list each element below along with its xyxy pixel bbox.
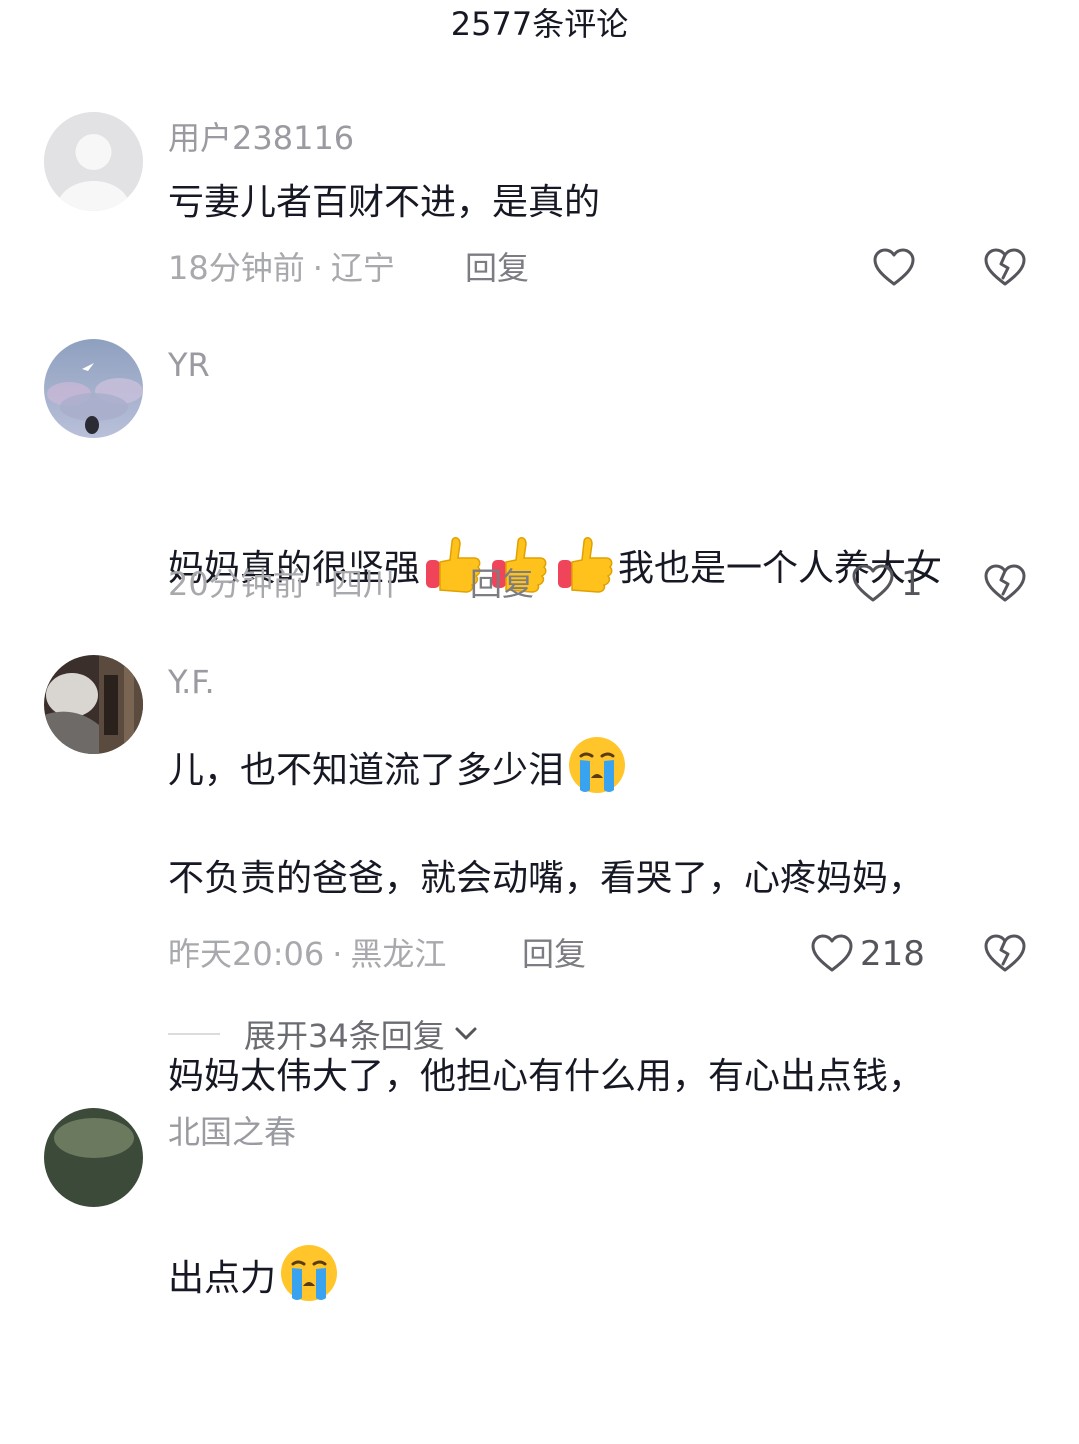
comment-text-segment: 出点力: [168, 1258, 277, 1299]
like-button[interactable]: 1: [851, 562, 923, 606]
comments-count-title: 2577条评论: [450, 5, 629, 43]
reply-button[interactable]: 回复: [465, 248, 529, 288]
comment-text: 亏妻儿者百财不进，是真的: [168, 182, 601, 223]
like-count: 218: [860, 934, 925, 974]
comment-username[interactable]: Y.F.: [168, 662, 215, 702]
comment-username[interactable]: 用户238116: [168, 118, 354, 158]
thumbs-up-emoji-icon: [558, 537, 613, 593]
heart-icon: [852, 564, 894, 602]
comment-location: 辽宁: [330, 249, 395, 287]
expand-replies-button[interactable]: 展开34条回复: [168, 1012, 483, 1056]
avatar[interactable]: [44, 112, 143, 211]
comment-username[interactable]: YR: [168, 345, 210, 385]
divider: [168, 1033, 220, 1035]
comment-text-line: 不负责的爸爸，就会动嘴，看哭了，心疼妈妈，: [168, 858, 925, 899]
broken-heart-icon[interactable]: [983, 246, 1027, 290]
chevron-down-icon: [455, 1027, 477, 1040]
comment-text-line: 出点力: [168, 1242, 1038, 1312]
dark-photo-avatar-icon: [44, 655, 143, 754]
sky-landscape-avatar-icon: [44, 339, 143, 438]
broken-heart-icon[interactable]: [983, 932, 1027, 976]
comment-location: 四川: [330, 565, 395, 603]
partial-avatar-icon: [44, 1108, 143, 1207]
heart-icon: [811, 934, 853, 972]
like-count: 1: [901, 564, 923, 604]
heart-icon: [873, 248, 915, 286]
comment-text: 不负责的爸爸，就会动嘴，看哭了，心疼妈妈， 妈妈太伟大了，他担心有什么用，有心出…: [168, 714, 1038, 1444]
meta-separator: ·: [312, 249, 323, 287]
avatar[interactable]: [44, 655, 143, 754]
comment-location: 黑龙江: [350, 935, 447, 973]
reply-button[interactable]: 回复: [522, 934, 586, 974]
comment-time: 20分钟前: [168, 565, 305, 603]
reply-button[interactable]: 回复: [470, 564, 534, 604]
like-button[interactable]: 218: [810, 932, 925, 976]
comment-time: 昨天20:06: [168, 935, 325, 973]
crying-face-emoji-icon: [281, 1245, 338, 1301]
comment-username[interactable]: 北国之春: [168, 1112, 296, 1152]
like-button[interactable]: [872, 246, 922, 290]
comment-meta: 20分钟前 · 四川: [168, 564, 395, 604]
expand-replies-label: 展开34条回复: [244, 1017, 445, 1055]
comment-time: 18分钟前: [168, 249, 305, 287]
meta-separator: ·: [332, 935, 343, 973]
meta-separator: ·: [312, 565, 323, 603]
broken-heart-icon[interactable]: [983, 562, 1027, 606]
avatar[interactable]: [44, 1108, 143, 1207]
comment-meta: 18分钟前 · 辽宁: [168, 248, 395, 288]
default-user-avatar-icon: [44, 112, 143, 211]
comment-meta: 昨天20:06 · 黑龙江: [168, 934, 446, 974]
avatar[interactable]: [44, 339, 143, 438]
